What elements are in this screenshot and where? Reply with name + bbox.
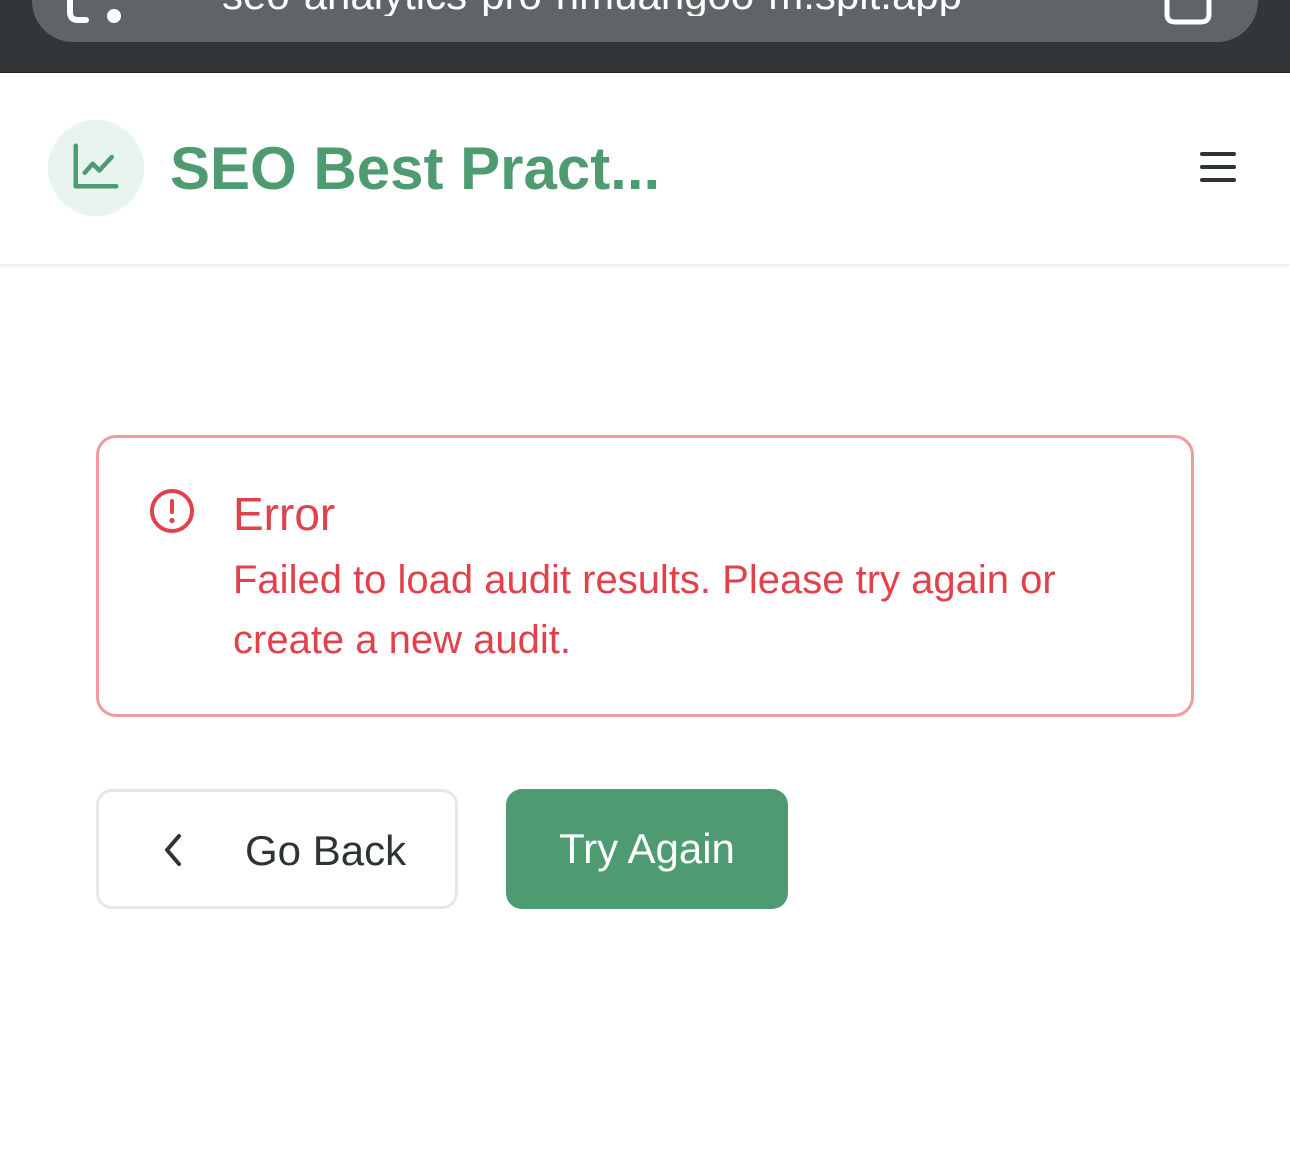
url-text[interactable]: seo-analytics-pro-nmuangoo-m.spit.app [222,0,1142,16]
go-back-button[interactable]: Go Back [96,789,458,909]
error-title: Error [233,488,336,540]
error-message: Failed to load audit results. Please try… [233,558,1056,662]
menu-button[interactable] [1190,143,1246,195]
app-title: SEO Best Pract... [170,135,661,202]
site-settings-icon[interactable] [66,0,126,30]
chevron-left-icon [159,832,191,868]
logo[interactable] [48,120,144,216]
chart-line-icon [69,139,123,198]
browser-toolbar: seo-analytics-pro-nmuangoo-m.spit.app [0,0,1290,73]
try-again-button[interactable]: Try Again [506,789,788,909]
app-header: SEO Best Pract... [0,73,1290,265]
address-bar[interactable]: seo-analytics-pro-nmuangoo-m.spit.app [32,0,1258,42]
go-back-label: Go Back [245,827,407,874]
error-alert: Error Failed to load audit results. Plea… [96,435,1194,717]
alert-circle-icon [149,488,195,534]
tabs-icon[interactable] [1164,0,1214,30]
hamburger-menu-icon [1198,150,1238,189]
